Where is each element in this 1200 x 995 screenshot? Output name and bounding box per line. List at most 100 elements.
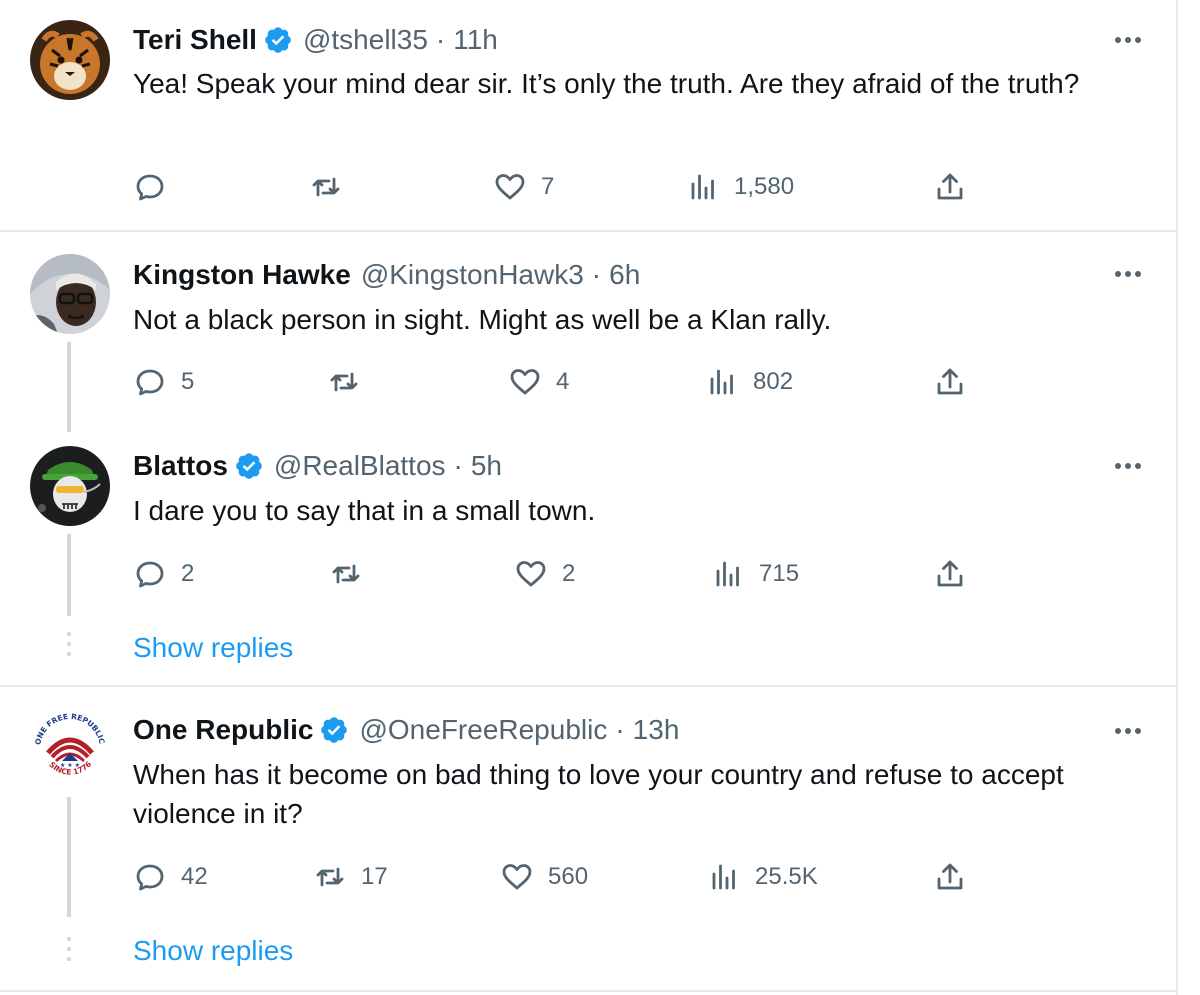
display-name[interactable]: One Republic <box>133 714 313 746</box>
tweet-text: I dare you to say that in a small town. <box>133 495 596 526</box>
share-button[interactable] <box>933 554 967 594</box>
reply-icon <box>136 864 164 891</box>
reply-icon <box>136 561 164 588</box>
tweet[interactable]: Teri Shell @tshell35 · 11h Yea! Speak yo… <box>0 0 1178 230</box>
views-count: 715 <box>759 560 800 587</box>
reply-button[interactable] <box>133 167 181 207</box>
avatar[interactable] <box>30 254 110 334</box>
user-handle[interactable]: @RealBlattos <box>274 450 446 482</box>
reply-icon <box>136 369 164 396</box>
views-chart-icon <box>691 174 714 200</box>
reply-count: 5 <box>181 368 195 395</box>
tweet[interactable]: ★ ★ ★ ONE FREE REPUBLIC SINCE 1776 One R… <box>0 687 1178 987</box>
show-replies-link[interactable]: Show replies <box>133 632 293 664</box>
share-button[interactable] <box>933 362 967 402</box>
user-handle[interactable]: @OneFreeRepublic <box>359 714 607 746</box>
more-options-icon[interactable] <box>1110 721 1146 741</box>
reply-button[interactable]: 42 <box>133 857 208 897</box>
reply-icon <box>136 174 164 201</box>
timestamp[interactable]: 13h <box>633 714 680 746</box>
separator-dot: · <box>591 259 602 290</box>
display-name[interactable]: Kingston Hawke <box>133 259 351 291</box>
action-bar: 2 2 715 <box>133 554 1013 594</box>
views-count: 802 <box>753 368 794 395</box>
reply-button[interactable]: 5 <box>133 362 194 402</box>
share-icon <box>937 173 963 200</box>
verified-badge-icon <box>234 451 264 481</box>
retweet-count: 17 <box>361 863 388 890</box>
share-icon <box>937 560 963 587</box>
retweet-icon <box>332 564 360 584</box>
retweet-icon <box>330 372 358 392</box>
show-replies-link[interactable]: Show replies <box>133 935 293 967</box>
tweet-header: One Republic @OneFreeRepublic · 13h <box>133 710 679 750</box>
views-button[interactable]: 1,580 <box>686 167 794 207</box>
more-options-icon[interactable] <box>1110 456 1146 476</box>
like-button[interactable]: 560 <box>500 857 588 897</box>
retweet-icon <box>316 867 344 887</box>
like-count: 560 <box>548 863 589 890</box>
tweet[interactable]: Blattos @RealBlattos · 5h I dare you to … <box>0 390 1178 684</box>
reply-button[interactable]: 2 <box>133 554 194 594</box>
heart-icon <box>502 864 532 890</box>
tweet-header: Kingston Hawke @KingstonHawk3 · 6h <box>133 255 640 295</box>
like-button[interactable]: 2 <box>514 554 575 594</box>
separator-dot: · <box>453 450 463 481</box>
skull-avatar-image <box>30 446 110 526</box>
like-button[interactable]: 4 <box>508 362 569 402</box>
share-icon <box>937 368 963 395</box>
more-options-icon[interactable] <box>1110 264 1146 284</box>
views-chart-icon <box>712 864 735 890</box>
retweet-button[interactable]: 17 <box>313 857 388 897</box>
reply-thread: Teri Shell @tshell35 · 11h Yea! Speak yo… <box>0 0 1178 995</box>
avatar[interactable]: ★ ★ ★ ONE FREE REPUBLIC SINCE 1776 <box>30 709 110 789</box>
like-count: 2 <box>562 560 576 587</box>
views-chart-icon <box>710 369 733 395</box>
avatar[interactable] <box>30 446 110 526</box>
thread-connector-line <box>67 797 71 917</box>
share-button[interactable] <box>933 167 967 207</box>
separator-dot: · <box>435 24 446 55</box>
share-button[interactable] <box>933 857 967 897</box>
tweet-text: Not a black person in sight. Might as we… <box>133 304 832 335</box>
like-count: 4 <box>556 368 570 395</box>
thread-dotted-connector <box>67 937 71 967</box>
action-bar: 7 1,580 <box>133 167 1013 207</box>
retweet-button[interactable] <box>309 167 357 207</box>
views-count: 25.5K <box>755 863 818 890</box>
retweet-button[interactable] <box>327 362 375 402</box>
views-count: 1,580 <box>734 173 795 200</box>
like-button[interactable]: 7 <box>493 167 554 207</box>
heart-icon <box>516 561 546 587</box>
tweet-text: When has it become on bad thing to love … <box>133 759 1064 829</box>
action-bar: 5 4 802 <box>133 362 1013 402</box>
timestamp[interactable]: 6h <box>609 259 640 291</box>
tweet[interactable]: Kingston Hawke @KingstonHawk3 · 6h Not a… <box>0 232 1178 432</box>
reply-count: 2 <box>181 560 195 587</box>
heart-icon <box>510 369 540 395</box>
user-handle[interactable]: @tshell35 <box>303 24 428 56</box>
tweet-header: Blattos @RealBlattos · 5h <box>133 446 502 486</box>
display-name[interactable]: Blattos <box>133 450 228 482</box>
avatar[interactable] <box>30 20 110 100</box>
retweet-button[interactable] <box>329 554 377 594</box>
thread-dotted-connector <box>67 632 71 662</box>
action-bar: 42 17 560 25.5K <box>133 857 1013 897</box>
more-options-icon[interactable] <box>1110 30 1146 50</box>
republic-logo-icon: ★ ★ ★ ONE FREE REPUBLIC SINCE 1776 <box>30 709 110 789</box>
views-button[interactable]: 715 <box>711 554 799 594</box>
verified-badge-icon <box>263 25 293 55</box>
tweet-text: Yea! Speak your mind dear sir. It’s only… <box>133 68 1080 99</box>
thread-connector-line <box>67 534 71 616</box>
thread-connector-line-top <box>67 390 71 424</box>
views-button[interactable]: 25.5K <box>707 857 818 897</box>
tweet-separator <box>0 990 1178 992</box>
verified-badge-icon <box>319 715 349 745</box>
person-avatar-image <box>30 254 110 334</box>
display-name[interactable]: Teri Shell <box>133 24 257 56</box>
timestamp[interactable]: 5h <box>471 450 502 482</box>
reply-count: 42 <box>181 863 208 890</box>
views-button[interactable]: 802 <box>705 362 793 402</box>
user-handle[interactable]: @KingstonHawk3 <box>361 259 584 291</box>
timestamp[interactable]: 11h <box>453 24 498 56</box>
